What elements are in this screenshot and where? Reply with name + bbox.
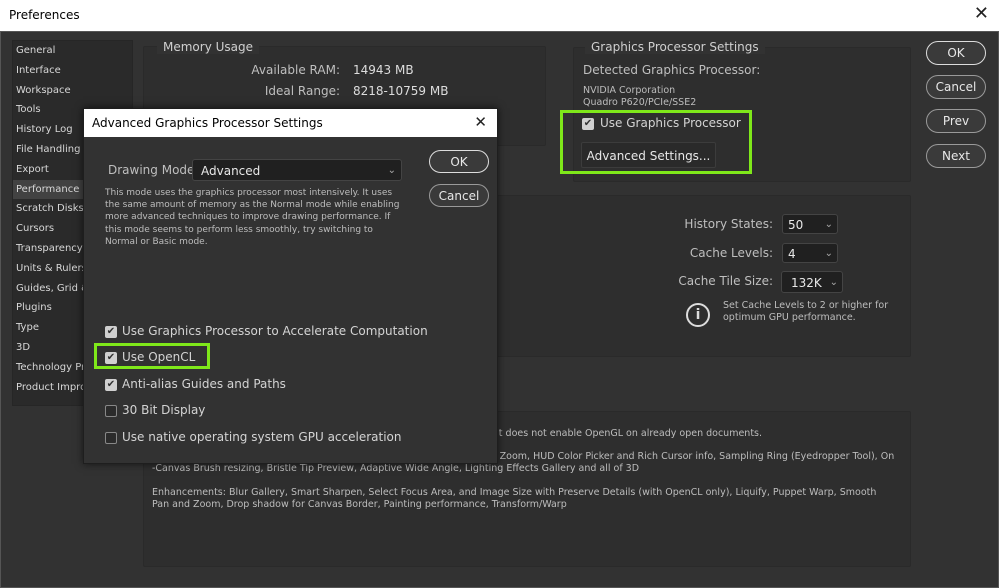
option-label: Anti-alias Guides and Paths bbox=[122, 376, 286, 391]
cache-info-text: Set Cache Levels to 2 or higher for opti… bbox=[723, 300, 889, 323]
memory-usage-title: Memory Usage bbox=[157, 40, 260, 54]
mode-description: This mode uses the graphics processor mo… bbox=[105, 188, 400, 247]
history-states-select[interactable]: 50 ⌄ bbox=[782, 214, 838, 234]
option-checkbox[interactable]: ✔ bbox=[105, 326, 117, 338]
chevron-down-icon: ⌄ bbox=[387, 165, 396, 176]
chevron-down-icon: ⌄ bbox=[824, 248, 833, 259]
gpu-model: Quadro P620/PCIe/SSE2 bbox=[583, 97, 697, 108]
dialog-ok-button[interactable]: OK bbox=[429, 150, 489, 173]
available-ram-label: Available RAM: bbox=[251, 63, 340, 77]
chevron-down-icon: ⌄ bbox=[824, 219, 833, 230]
chevron-down-icon: ⌄ bbox=[829, 277, 838, 288]
cancel-button[interactable]: Cancel bbox=[926, 75, 986, 99]
drawing-mode-value: Advanced bbox=[201, 164, 261, 178]
description-line-2a: by Zoom, HUD Color Picker and Rich Curso… bbox=[485, 451, 895, 462]
info-icon: i bbox=[686, 303, 710, 327]
option-checkbox[interactable] bbox=[105, 431, 117, 444]
available-ram-value: 14943 MB bbox=[353, 63, 414, 77]
gpu-settings-title: Graphics Processor Settings bbox=[585, 40, 765, 54]
drawing-mode-label: Drawing Mode: bbox=[108, 163, 199, 177]
cache-levels-select[interactable]: 4 ⌄ bbox=[782, 243, 838, 263]
option-label: Use OpenCL bbox=[122, 350, 196, 365]
dialog-title: Advanced Graphics Processor Settings bbox=[92, 116, 323, 130]
option-label: Use native operating system GPU accelera… bbox=[122, 429, 402, 444]
cache-levels-value: 4 bbox=[788, 247, 796, 261]
dialog-close-icon[interactable]: ✕ bbox=[474, 113, 487, 131]
prev-button[interactable]: Prev bbox=[926, 109, 986, 133]
advanced-settings-button[interactable]: Advanced Settings... bbox=[581, 142, 716, 168]
title-bar: Preferences bbox=[0, 0, 999, 31]
ideal-range-value: 8218-10759 MB bbox=[353, 84, 449, 98]
option-label: Use Graphics Processor to Accelerate Com… bbox=[122, 324, 428, 338]
advanced-gpu-dialog: Advanced Graphics Processor Settings ✕ D… bbox=[83, 108, 498, 464]
gpu-vendor: NVIDIA Corporation bbox=[583, 85, 676, 96]
cache-tile-value: 132K bbox=[791, 276, 822, 290]
sidebar-item[interactable]: Interface bbox=[13, 61, 132, 81]
ideal-range-label: Ideal Range: bbox=[264, 84, 340, 98]
next-button[interactable]: Next bbox=[926, 144, 986, 168]
description-line-3: Enhancements: Blur Gallery, Smart Sharpe… bbox=[152, 487, 877, 510]
use-gpu-checkbox[interactable]: ✔ bbox=[582, 118, 594, 130]
dialog-cancel-button[interactable]: Cancel bbox=[429, 184, 489, 207]
use-gpu-label: Use Graphics Processor bbox=[600, 116, 741, 130]
close-icon[interactable]: ✕ bbox=[974, 3, 989, 24]
option-checkbox[interactable] bbox=[105, 405, 117, 418]
drawing-mode-select[interactable]: Advanced ⌄ bbox=[192, 159, 402, 181]
history-states-label: History States: bbox=[684, 217, 773, 231]
option-checkbox[interactable]: ✔ bbox=[105, 378, 117, 391]
option-checkbox[interactable]: ✔ bbox=[105, 352, 117, 365]
dialog-title-bar: Advanced Graphics Processor Settings bbox=[84, 109, 497, 137]
window-title: Preferences bbox=[9, 8, 80, 22]
description-line-2b: -Canvas Brush resizing, Bristle Tip Prev… bbox=[152, 463, 640, 474]
history-states-value: 50 bbox=[788, 218, 804, 232]
option-label: 30 Bit Display bbox=[122, 403, 206, 418]
ok-button[interactable]: OK bbox=[926, 41, 986, 65]
cache-tile-label: Cache Tile Size: bbox=[678, 274, 773, 288]
cache-tile-select[interactable]: 132K ⌄ bbox=[781, 271, 843, 293]
detected-gpu-label: Detected Graphics Processor: bbox=[583, 63, 761, 77]
sidebar-item[interactable]: Workspace bbox=[13, 81, 132, 101]
cache-levels-label: Cache Levels: bbox=[689, 246, 773, 260]
description-line-1: s. It does not enable OpenGL on already … bbox=[485, 428, 763, 439]
sidebar-item[interactable]: General bbox=[13, 41, 132, 61]
